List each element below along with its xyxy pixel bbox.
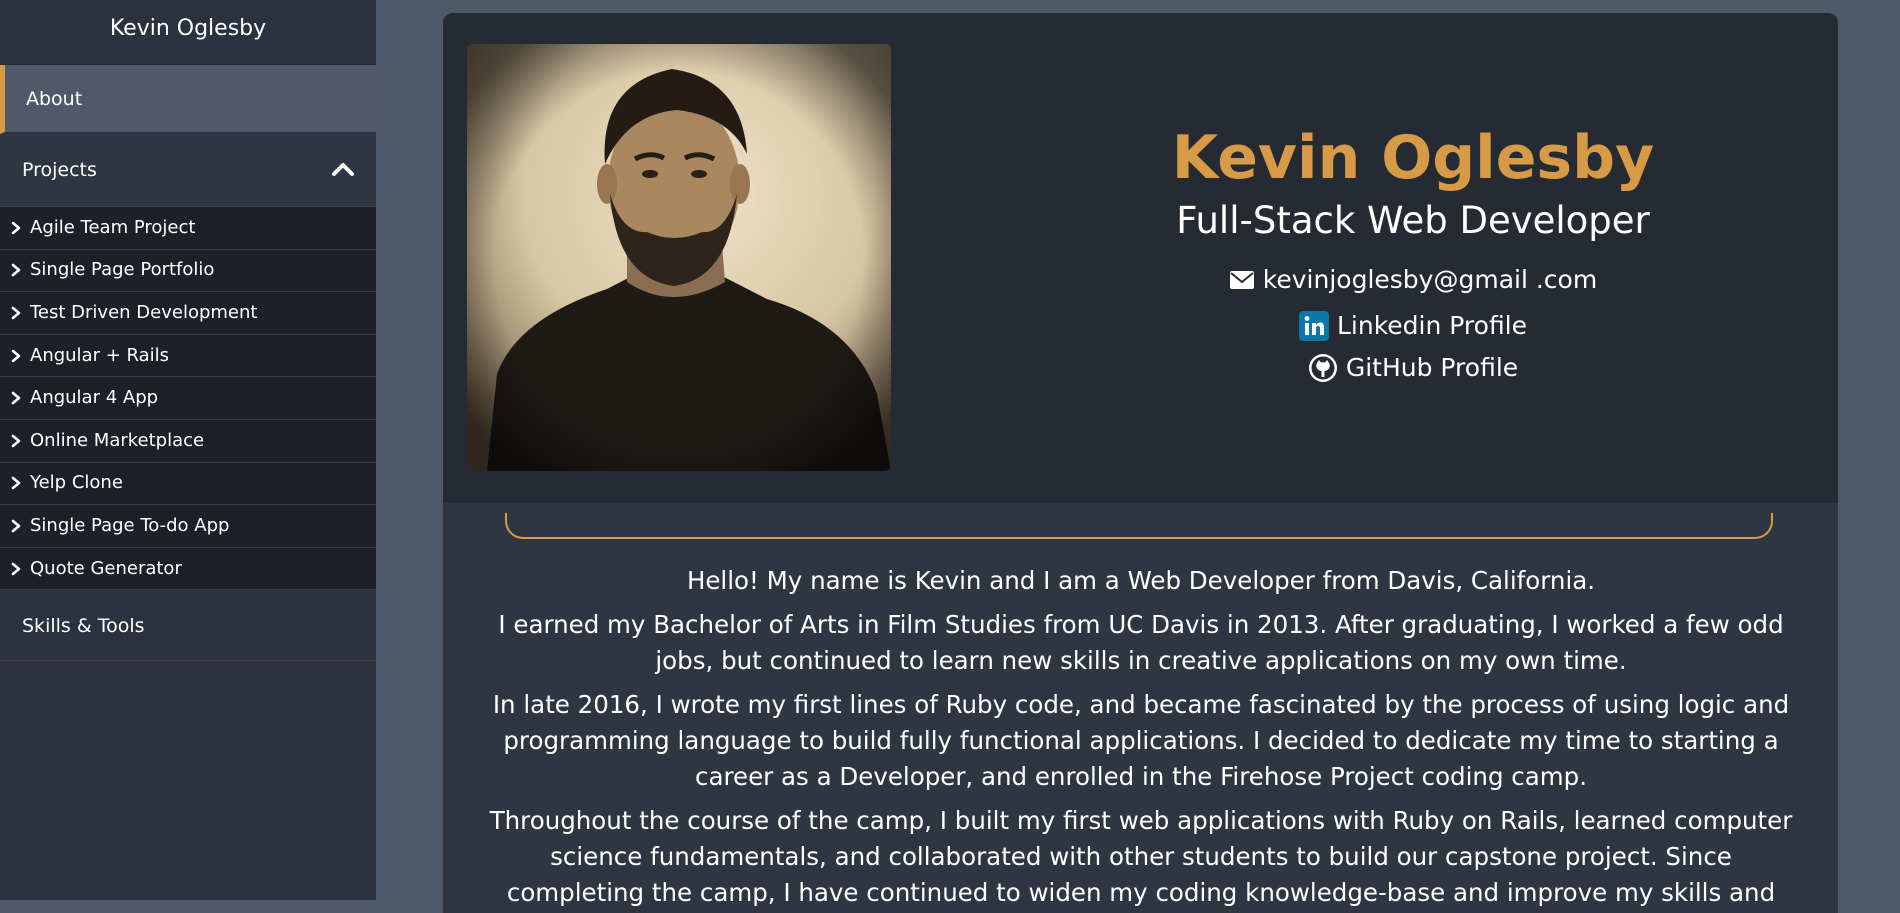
project-label: Angular + Rails	[30, 344, 170, 366]
sidebar-item-project[interactable]: Agile Team Project	[0, 206, 376, 249]
about-card: Kevin Oglesby Full-Stack Web Developer k…	[443, 13, 1838, 913]
chevron-right-icon	[11, 519, 21, 533]
project-label: Single Page To-do App	[30, 514, 230, 536]
chevron-right-icon	[11, 434, 21, 448]
chevron-right-icon	[11, 562, 21, 575]
project-label: Angular 4 App	[30, 387, 159, 409]
sidebar-item-project[interactable]: Angular 4 App	[0, 376, 376, 419]
github-link[interactable]: GitHub Profile	[1013, 353, 1813, 383]
sidebar-item-skills[interactable]: Skills & Tools	[0, 589, 376, 662]
project-label: Quote Generator	[30, 557, 182, 579]
project-label: Agile Team Project	[30, 216, 196, 238]
bio-paragraph: Hello! My name is Kevin and I am a Web D…	[686, 566, 1596, 595]
sidebar-item-project[interactable]: Yelp Clone	[0, 461, 376, 505]
email-text: kevinjoglesby@gmail .com	[1262, 265, 1598, 294]
github-icon	[1308, 354, 1337, 382]
chevron-right-icon	[11, 349, 21, 362]
profile-name: Kevin Oglesby	[1171, 123, 1655, 193]
projects-submenu: Agile Team Project Single Page Portfolio…	[0, 206, 376, 590]
bio-paragraph: Throughout the course of the camp, I bui…	[489, 806, 1793, 907]
sidebar-item-project[interactable]: Online Marketplace	[0, 418, 376, 462]
linkedin-text: Linkedin Profile	[1336, 311, 1528, 340]
sidebar-item-project[interactable]: Single Page To-do App	[0, 504, 376, 547]
sidebar-item-project[interactable]: Quote Generator	[0, 546, 376, 590]
bio-paragraph: I earned my Bachelor of Arts in Film Stu…	[498, 610, 1784, 675]
sidebar: Kevin Oglesby About Projects Agile Team …	[0, 0, 376, 900]
sidebar-item-project[interactable]: Single Page Portfolio	[0, 248, 376, 292]
sidebar-item-projects[interactable]: Projects	[0, 134, 376, 206]
chevron-up-icon[interactable]	[330, 156, 356, 182]
project-label: Online Marketplace	[30, 429, 205, 451]
profile-role: Full-Stack Web Developer	[1176, 199, 1650, 242]
project-label: Yelp Clone	[30, 472, 123, 494]
profile-header: Kevin Oglesby Full-Stack Web Developer k…	[443, 13, 1838, 503]
chevron-right-icon	[11, 306, 21, 320]
email-link[interactable]: kevinjoglesby@gmail .com	[1013, 265, 1813, 295]
sidebar-title[interactable]: Kevin Oglesby	[0, 0, 376, 65]
chevron-right-icon	[11, 264, 21, 277]
github-text: GitHub Profile	[1345, 353, 1519, 382]
project-label: Test Driven Development	[30, 301, 258, 323]
sidebar-item-project[interactable]: Test Driven Development	[0, 291, 376, 334]
linkedin-icon	[1298, 311, 1329, 341]
bio-text: Hello! My name is Kevin and I am a Web D…	[481, 563, 1801, 913]
chevron-right-icon	[11, 391, 21, 405]
sidebar-item-project[interactable]: Angular + Rails	[0, 333, 376, 377]
section-divider	[505, 513, 1773, 539]
profile-identity: Kevin Oglesby Full-Stack Web Developer k…	[1013, 123, 1813, 383]
bio-paragraph: In late 2016, I wrote my first lines of …	[492, 690, 1790, 791]
project-label: Single Page Portfolio	[30, 259, 215, 281]
envelope-icon	[1229, 271, 1254, 289]
profile-photo	[467, 44, 891, 471]
linkedin-link[interactable]: Linkedin Profile	[1013, 311, 1813, 341]
sidebar-item-about[interactable]: About	[0, 65, 376, 134]
sidebar-item-label: Projects	[22, 159, 97, 181]
chevron-right-icon	[11, 477, 21, 490]
chevron-right-icon	[11, 221, 21, 235]
